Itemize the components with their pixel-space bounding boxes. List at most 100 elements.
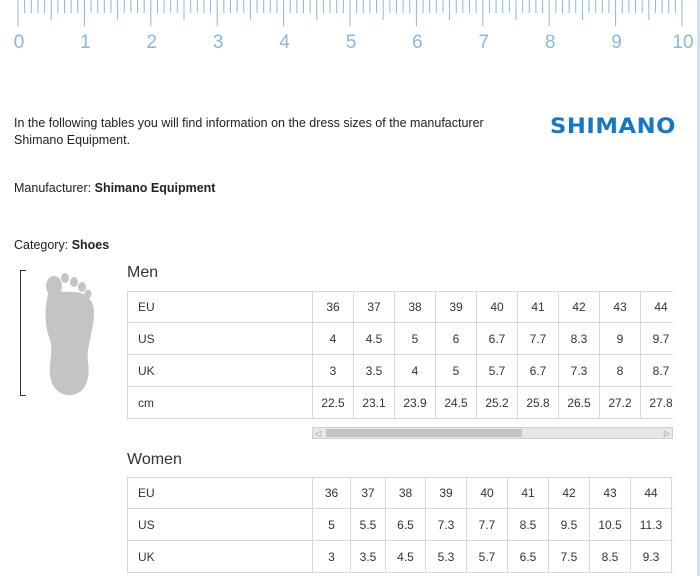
table-row: US 4 4.5 5 6 6.7 7.7 8.3 9 9.7 xyxy=(127,323,673,355)
table-cell: 8.5 xyxy=(590,541,631,572)
table-cell: 5 xyxy=(395,323,436,354)
scroll-left-arrow-icon[interactable]: ◁ xyxy=(315,429,321,438)
row-header: EU xyxy=(127,478,313,508)
category-label: Category: xyxy=(14,238,69,252)
table-cell: 9.7 xyxy=(641,323,673,354)
table-cell: 7.5 xyxy=(549,541,590,572)
table-cell: 42 xyxy=(559,292,600,322)
table-row: EU 36 37 38 39 40 41 42 43 44 xyxy=(127,291,673,323)
row-header: UK xyxy=(127,355,313,386)
table-cell: 38 xyxy=(386,478,426,508)
foot-bracket xyxy=(20,270,26,396)
scroll-right-arrow-icon[interactable]: ▷ xyxy=(664,429,670,438)
category-value: Shoes xyxy=(71,238,110,252)
women-title: Women xyxy=(127,451,182,468)
table-cell: 43 xyxy=(600,292,641,322)
intro-text: In the following tables you will find in… xyxy=(14,116,484,147)
table-cell: 26.5 xyxy=(559,387,600,418)
manufacturer-label: Manufacturer: xyxy=(14,181,92,195)
table-cell: 4 xyxy=(313,323,354,354)
table-cell: 3.5 xyxy=(354,355,395,386)
ruler-label: 4 xyxy=(279,32,290,53)
row-header: cm xyxy=(127,387,313,418)
scrollbar-thumb[interactable] xyxy=(326,429,522,437)
table-cell: 8.7 xyxy=(641,355,673,386)
ruler-svg: 0 1 2 3 4 5 6 7 8 9 10 xyxy=(14,0,694,53)
row-header: US xyxy=(127,323,313,354)
table-cell: 8.5 xyxy=(508,509,549,540)
table-cell: 6.5 xyxy=(508,541,549,572)
table-cell: 9 xyxy=(600,323,641,354)
table-cell: 8.3 xyxy=(559,323,600,354)
table-cell: 5 xyxy=(313,509,351,540)
ruler-label: 7 xyxy=(479,32,490,53)
table-cell: 6.5 xyxy=(386,509,426,540)
ruler-label: 6 xyxy=(412,32,423,53)
table-cell: 9.5 xyxy=(549,509,590,540)
table-cell: 9.3 xyxy=(631,541,672,572)
table-cell: 40 xyxy=(477,292,518,322)
table-cell: 7.7 xyxy=(467,509,508,540)
ruler-label: 5 xyxy=(346,32,357,53)
ruler-label: 2 xyxy=(147,32,158,53)
table-cell: 11.3 xyxy=(631,509,672,540)
women-size-table: EU 36 37 38 39 40 41 42 43 44 US 5 5.5 6.5 7.3 7.7 8.5 9.… xyxy=(127,477,673,573)
table-cell: 4 xyxy=(395,355,436,386)
table-cell: 42 xyxy=(549,478,590,508)
table-cell: 4.5 xyxy=(386,541,426,572)
table-cell: 3 xyxy=(313,541,351,572)
ruler-label: 0 xyxy=(14,32,25,53)
table-cell: 5.7 xyxy=(467,541,508,572)
table-cell: 7.7 xyxy=(518,323,559,354)
table-cell: 36 xyxy=(313,478,351,508)
category-line: Category: Shoes xyxy=(14,238,109,252)
table-cell: 25.8 xyxy=(518,387,559,418)
table-cell: 27.2 xyxy=(600,387,641,418)
ruler-label: 3 xyxy=(213,32,224,53)
table-cell: 25.2 xyxy=(477,387,518,418)
table-cell: 3.5 xyxy=(351,541,386,572)
ruler-label: 9 xyxy=(611,32,622,53)
table-cell: 7.3 xyxy=(559,355,600,386)
ruler-label: 1 xyxy=(80,32,91,53)
table-cell: 41 xyxy=(518,292,559,322)
table-cell: 36 xyxy=(313,292,354,322)
table-cell: 5 xyxy=(436,355,477,386)
table-cell: 6.7 xyxy=(477,323,518,354)
table-cell: 43 xyxy=(590,478,631,508)
row-header: EU xyxy=(127,292,313,322)
table-cell: 27.8 xyxy=(641,387,673,418)
foot-icon xyxy=(45,273,94,396)
men-size-table: EU 36 37 38 39 40 41 42 43 44 US 4 4.5 5 6 6.7 7.7 8.3 9 9.… xyxy=(127,291,673,419)
table-cell: 39 xyxy=(436,292,477,322)
table-cell: 37 xyxy=(351,478,386,508)
table-row: cm 22.5 23.1 23.9 24.5 25.2 25.8 26.5 27.2 27.8 xyxy=(127,387,673,419)
table-cell: 5.3 xyxy=(426,541,467,572)
manufacturer-line: Manufacturer: Shimano Equipment xyxy=(14,181,215,195)
table-cell: 44 xyxy=(641,292,673,322)
row-header: US xyxy=(127,509,313,540)
row-header: UK xyxy=(127,541,313,572)
foot-illustration xyxy=(14,268,114,400)
ruler: 0 1 2 3 4 5 6 7 8 9 10 xyxy=(0,0,700,58)
table-cell: 23.9 xyxy=(395,387,436,418)
table-cell: 5.5 xyxy=(351,509,386,540)
table-cell: 6 xyxy=(436,323,477,354)
ruler-label: 10 xyxy=(672,32,693,53)
table-cell: 40 xyxy=(467,478,508,508)
table-cell: 41 xyxy=(508,478,549,508)
table-scrollbar[interactable]: ◁ ▷ xyxy=(312,427,673,439)
men-title: Men xyxy=(127,264,159,281)
table-row: UK 3 3.5 4.5 5.3 5.7 6.5 7.5 8.5 9.3 xyxy=(127,541,673,573)
table-row: UK 3 3.5 4 5 5.7 6.7 7.3 8 8.7 xyxy=(127,355,673,387)
table-cell: 10.5 xyxy=(590,509,631,540)
table-cell: 3 xyxy=(313,355,354,386)
table-cell: 44 xyxy=(631,478,672,508)
table-cell: 38 xyxy=(395,292,436,322)
shimano-logo: SHIMANO xyxy=(550,114,676,138)
table-cell: 8 xyxy=(600,355,641,386)
table-cell: 4.5 xyxy=(354,323,395,354)
table-cell: 37 xyxy=(354,292,395,322)
table-cell: 5.7 xyxy=(477,355,518,386)
table-cell: 7.3 xyxy=(426,509,467,540)
